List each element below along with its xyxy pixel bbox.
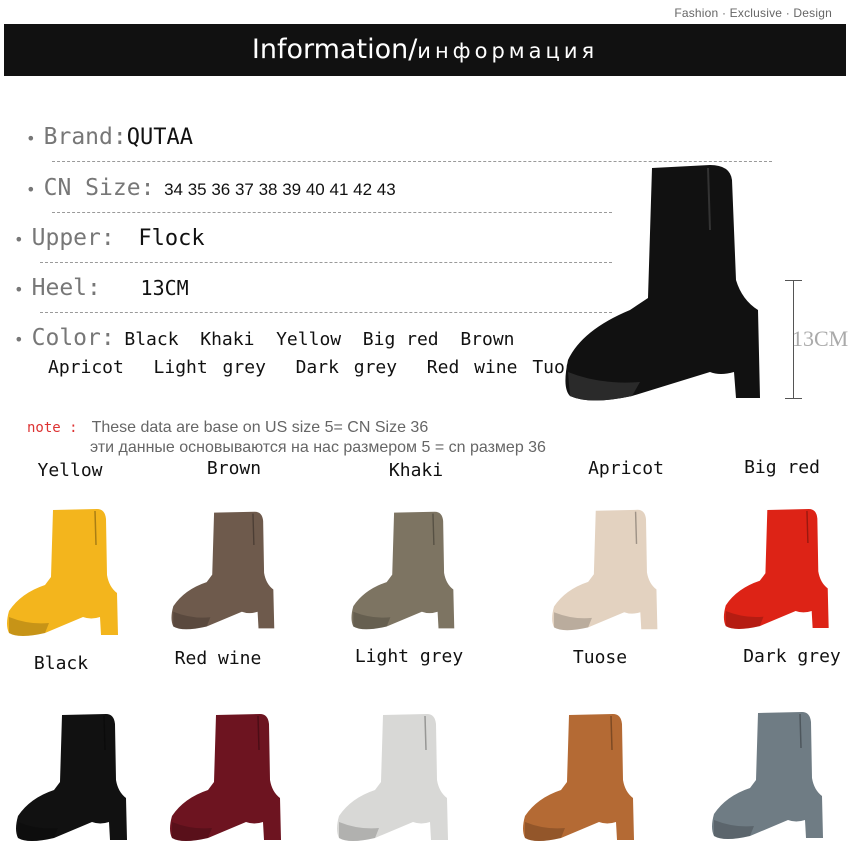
brand-value: QUTAA xyxy=(126,125,193,150)
boot-big-red[interactable] xyxy=(722,505,840,633)
banner-title: Information/информация xyxy=(0,24,850,76)
swatch-label-light-grey: Light grey xyxy=(354,646,464,667)
boot-khaki[interactable] xyxy=(345,508,470,633)
swatch-label-dark-grey: Dark grey xyxy=(743,646,841,667)
color-label: Color: xyxy=(31,325,115,351)
swatch-label-apricot: Apricot xyxy=(588,458,664,479)
measure-tick-bottom xyxy=(785,398,802,399)
note-text-ru: эти данные основываются на нас размером … xyxy=(90,439,546,456)
size-label: CN Size: xyxy=(43,175,155,201)
boot-black[interactable] xyxy=(14,710,139,845)
color-value-line2: Apricot Light grey Dark grey Red wine Tu… xyxy=(48,357,587,378)
boot-light-grey[interactable] xyxy=(335,710,460,845)
swatch-label-red-wine: Red wine xyxy=(174,648,262,669)
brand-label: Brand: xyxy=(43,124,127,150)
swatch-label-yellow: Yellow xyxy=(37,460,103,481)
heel-row: • Heel: 13CM xyxy=(14,275,189,301)
color-row: • Color: Black Khaki Yellow Big red Brown xyxy=(14,325,515,351)
size-value: 34 35 36 37 38 39 40 41 42 43 xyxy=(164,180,396,199)
swatch-label-khaki: Khaki xyxy=(388,460,444,481)
swatch-label-big-red: Big red xyxy=(744,457,820,478)
boot-yellow[interactable] xyxy=(5,505,130,640)
upper-row: • Upper: Flock xyxy=(14,225,205,251)
divider xyxy=(40,262,612,263)
upper-label: Upper: xyxy=(31,225,115,251)
brand-row: • Brand:QUTAA xyxy=(26,124,193,150)
heel-label: Heel: xyxy=(31,275,101,301)
size-row: • CN Size: 34 35 36 37 38 39 40 41 42 43 xyxy=(26,175,396,201)
heel-measure-label: 13CM xyxy=(792,326,849,351)
banner-title-ru: информация xyxy=(417,39,599,63)
swatch-label-brown: Brown xyxy=(206,458,262,479)
brand-tagline: Fashion · Exclusive · Design xyxy=(674,6,832,20)
measure-tick-top xyxy=(785,280,802,281)
boot-tuose[interactable] xyxy=(521,710,646,845)
boot-apricot[interactable] xyxy=(547,506,672,634)
color-value-line1: Black Khaki Yellow Big red Brown xyxy=(124,329,515,350)
note-label: note : xyxy=(27,420,78,436)
banner-title-en: Information/ xyxy=(251,34,418,65)
note-text-en: These data are base on US size 5= CN Siz… xyxy=(91,419,429,436)
swatch-label-tuose: Tuose xyxy=(572,647,628,668)
swatch-label-black: Black xyxy=(33,653,89,674)
divider xyxy=(40,312,612,313)
size-note: note : These data are base on US size 5= … xyxy=(27,418,546,457)
main-boot-image xyxy=(565,165,760,401)
upper-value: Flock xyxy=(138,226,205,251)
boot-brown[interactable] xyxy=(165,508,290,633)
divider xyxy=(52,212,612,213)
boot-red-wine[interactable] xyxy=(168,710,293,845)
heel-value: 13CM xyxy=(140,276,189,300)
boot-dark-grey[interactable] xyxy=(710,708,835,843)
